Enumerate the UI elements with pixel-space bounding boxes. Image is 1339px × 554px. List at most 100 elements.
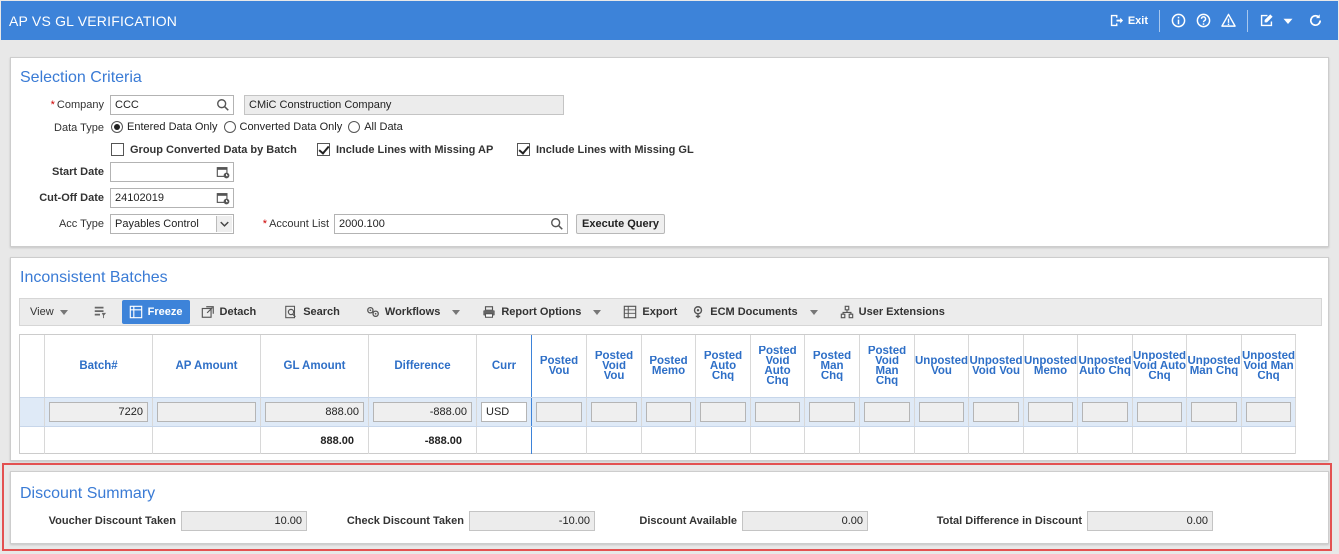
export-button[interactable]: Export xyxy=(616,300,684,324)
col-status-header[interactable]: Posted Void Man Chq xyxy=(860,335,915,397)
cell-status[interactable] xyxy=(642,398,696,426)
edit-icon xyxy=(1260,14,1273,27)
cell-batch[interactable]: 7220 xyxy=(45,398,153,426)
company-name-field: CMiC Construction Company xyxy=(244,95,564,115)
status-input[interactable] xyxy=(809,402,855,422)
col-status-header[interactable]: Unposted Void Man Chq xyxy=(1242,335,1296,397)
workflows-menu[interactable]: Workflows xyxy=(359,300,475,324)
col-curr-header[interactable]: Curr xyxy=(477,335,532,397)
cutoff-date-input[interactable]: 24102019 xyxy=(110,188,234,208)
group-converted-label: Group Converted Data by Batch xyxy=(130,143,297,156)
detach-button[interactable]: Detach xyxy=(194,300,264,324)
row-selector[interactable] xyxy=(20,398,45,426)
col-status-header[interactable]: Posted Vou xyxy=(532,335,587,397)
col-difference-header[interactable]: Difference xyxy=(369,335,477,397)
cell-difference[interactable]: -888.00 xyxy=(369,398,477,426)
company-input[interactable]: CCC xyxy=(110,95,234,115)
view-menu[interactable]: View xyxy=(20,300,83,324)
difference-input[interactable]: -888.00 xyxy=(373,402,472,422)
status-input[interactable] xyxy=(755,402,800,422)
group-converted-checkbox[interactable]: Group Converted Data by Batch xyxy=(111,143,297,156)
include-missing-gl-checkbox[interactable]: Include Lines with Missing GL xyxy=(517,143,694,156)
status-input[interactable] xyxy=(973,402,1019,422)
totals-status xyxy=(1133,427,1187,454)
search-icon[interactable] xyxy=(550,217,564,231)
checkbox-box[interactable] xyxy=(517,143,530,156)
search-icon[interactable] xyxy=(216,98,230,112)
account-list-input[interactable]: 2000.100 xyxy=(334,214,568,234)
col-status-header[interactable]: Posted Man Chq xyxy=(805,335,860,397)
refresh-button[interactable] xyxy=(1303,10,1328,32)
col-status-header[interactable]: Posted Void Auto Chq xyxy=(751,335,805,397)
status-input[interactable] xyxy=(919,402,964,422)
execute-query-button[interactable]: Execute Query xyxy=(576,214,666,234)
radio-all-data[interactable] xyxy=(348,121,361,133)
cell-status[interactable] xyxy=(969,398,1024,426)
cell-status[interactable] xyxy=(532,398,587,426)
cell-status[interactable] xyxy=(1024,398,1078,426)
col-status-header[interactable]: Posted Void Vou xyxy=(587,335,642,397)
warning-button[interactable] xyxy=(1216,10,1241,32)
col-status-header[interactable]: Unposted Void Vou xyxy=(969,335,1024,397)
checkbox-box[interactable] xyxy=(317,143,330,156)
cell-status[interactable] xyxy=(1242,398,1296,426)
acc-type-select[interactable]: Payables Control xyxy=(110,214,234,234)
col-status-header[interactable]: Posted Memo xyxy=(642,335,696,397)
cell-status[interactable] xyxy=(1078,398,1133,426)
status-input[interactable] xyxy=(1246,402,1291,422)
batch-input[interactable]: 7220 xyxy=(49,402,148,422)
status-input[interactable] xyxy=(646,402,691,422)
inconsistent-batches-panel: Inconsistent Batches View Freeze Detach … xyxy=(10,257,1329,461)
exit-button[interactable]: Exit xyxy=(1104,10,1153,32)
status-input[interactable] xyxy=(1028,402,1073,422)
cell-gl-amount[interactable]: 888.00 xyxy=(261,398,369,426)
col-status-header[interactable]: Unposted Auto Chq xyxy=(1078,335,1133,397)
col-gl-amount-header[interactable]: GL Amount xyxy=(261,335,369,397)
cell-status[interactable] xyxy=(1133,398,1187,426)
col-ap-amount-header[interactable]: AP Amount xyxy=(153,335,261,397)
filter-button[interactable] xyxy=(83,300,122,324)
ap-amount-input[interactable] xyxy=(157,402,256,422)
cell-status[interactable] xyxy=(915,398,969,426)
calendar-icon[interactable] xyxy=(216,165,230,179)
start-date-input[interactable] xyxy=(110,162,234,182)
freeze-button[interactable]: Freeze xyxy=(121,300,190,324)
cell-status[interactable] xyxy=(1187,398,1242,426)
cell-status[interactable] xyxy=(696,398,751,426)
col-status-header[interactable]: Posted Auto Chq xyxy=(696,335,751,397)
status-input[interactable] xyxy=(1191,402,1237,422)
cell-status[interactable] xyxy=(587,398,642,426)
radio-converted-data[interactable] xyxy=(223,121,236,133)
gl-amount-input[interactable]: 888.00 xyxy=(265,402,364,422)
status-input[interactable] xyxy=(1082,402,1128,422)
checkbox-box[interactable] xyxy=(111,143,124,156)
radio-entered-data[interactable] xyxy=(111,121,123,133)
col-status-header[interactable]: Unposted Man Chq xyxy=(1187,335,1242,397)
cell-status[interactable] xyxy=(860,398,915,426)
status-input[interactable] xyxy=(1137,402,1182,422)
include-missing-ap-checkbox[interactable]: Include Lines with Missing AP xyxy=(317,143,493,156)
status-input[interactable] xyxy=(864,402,910,422)
status-input[interactable] xyxy=(700,402,746,422)
report-options-menu[interactable]: Report Options xyxy=(475,300,616,324)
curr-input[interactable]: USD xyxy=(481,402,527,422)
col-batch-header[interactable]: Batch# xyxy=(45,335,153,397)
table-row[interactable]: 7220 888.00 -888.00 USD xyxy=(20,397,1296,427)
help-button[interactable] xyxy=(1191,10,1216,32)
cell-status[interactable] xyxy=(751,398,805,426)
cell-status[interactable] xyxy=(805,398,860,426)
search-button[interactable]: Search xyxy=(277,300,347,324)
cell-curr[interactable]: USD xyxy=(477,398,532,426)
col-status-header[interactable]: Unposted Memo xyxy=(1024,335,1078,397)
status-input[interactable] xyxy=(536,402,582,422)
chevron-down-icon[interactable] xyxy=(216,216,232,232)
ecm-documents-menu[interactable]: ECM Documents xyxy=(684,300,832,324)
edit-menu-button[interactable] xyxy=(1254,10,1299,32)
col-status-header[interactable]: Unposted Void Auto Chq xyxy=(1133,335,1187,397)
calendar-icon[interactable] xyxy=(216,191,230,205)
status-input[interactable] xyxy=(591,402,637,422)
user-extensions-button[interactable]: User Extensions xyxy=(833,300,952,324)
info-button[interactable] xyxy=(1166,10,1191,32)
col-status-header[interactable]: Unposted Vou xyxy=(915,335,969,397)
cell-ap-amount[interactable] xyxy=(153,398,261,426)
